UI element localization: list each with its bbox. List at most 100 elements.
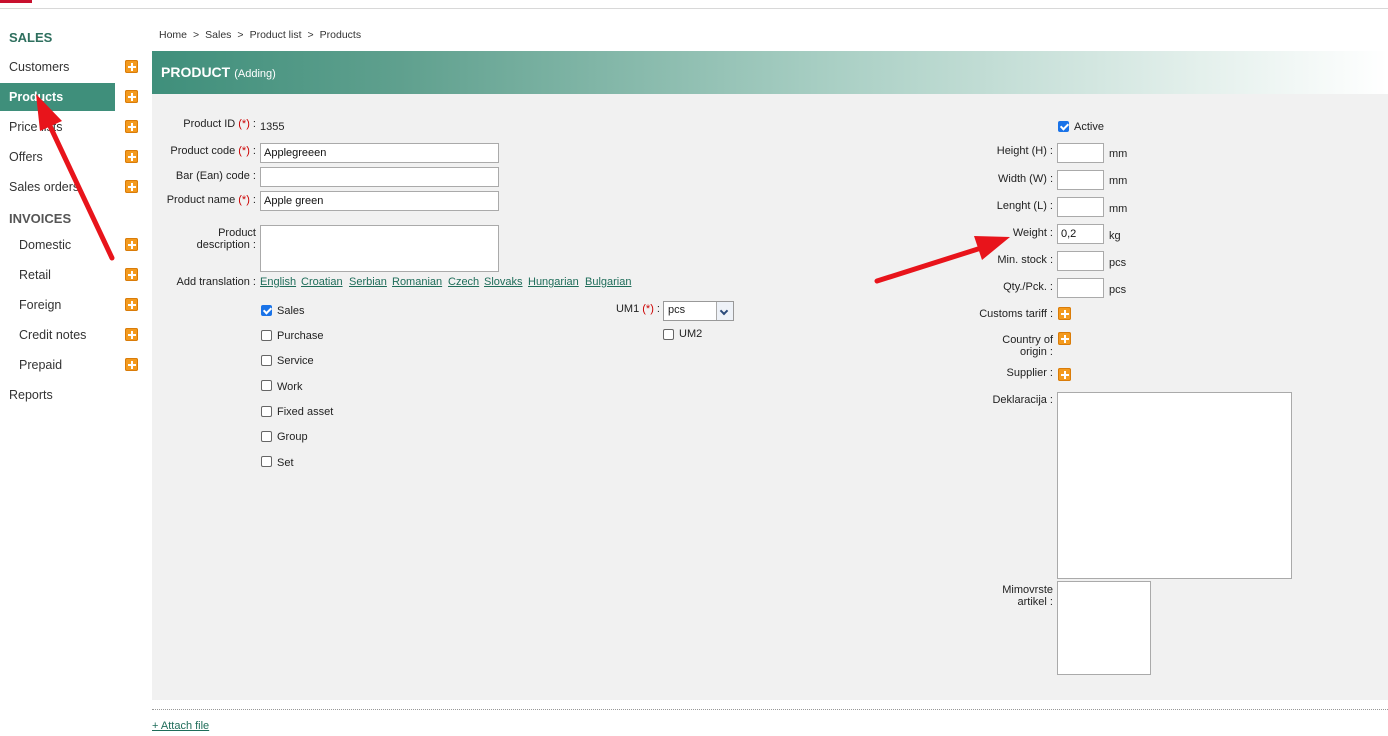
- divider: [152, 709, 1388, 710]
- service-checkbox-label: Service: [277, 355, 314, 367]
- work-checkbox[interactable]: [261, 380, 272, 391]
- add-price-list-icon[interactable]: [125, 120, 138, 133]
- qty-per-pack-label: Qty./Pck. :: [1003, 281, 1053, 293]
- add-sales-order-icon[interactable]: [125, 180, 138, 193]
- weight-input[interactable]: 0,2: [1057, 224, 1104, 244]
- page-header: PRODUCT (Adding): [152, 51, 1388, 94]
- supplier-label: Supplier :: [1006, 367, 1053, 379]
- deklaracija-textarea[interactable]: [1057, 392, 1292, 579]
- product-code-input[interactable]: Applegreeen: [260, 143, 499, 163]
- add-credit-note-icon[interactable]: [125, 328, 138, 341]
- bar-code-input[interactable]: [260, 167, 499, 187]
- sidebar-item-foreign[interactable]: Foreign: [0, 291, 115, 319]
- top-bar: [0, 0, 1388, 9]
- sidebar-item-reports[interactable]: Reports: [0, 381, 115, 409]
- min-stock-input[interactable]: [1057, 251, 1104, 271]
- mimovrste-artikel-label: Mimovrste artikel :: [1002, 584, 1053, 608]
- page-subtitle: (Adding): [234, 68, 276, 80]
- length-input[interactable]: [1057, 197, 1104, 217]
- um1-label: UM1 (*) :: [615, 303, 660, 315]
- breadcrumb-home[interactable]: Home: [159, 29, 187, 41]
- translation-link-english[interactable]: English: [260, 276, 296, 288]
- height-label: Height (H) :: [996, 145, 1053, 157]
- sales-checkbox[interactable]: [261, 305, 272, 316]
- work-checkbox-label: Work: [277, 381, 303, 393]
- active-checkbox[interactable]: [1058, 121, 1069, 132]
- add-customs-tariff-icon[interactable]: [1058, 307, 1071, 320]
- country-of-origin-label: Country of origin :: [1002, 334, 1053, 358]
- qty-per-pack-input[interactable]: [1057, 278, 1104, 298]
- fixed-asset-checkbox-label: Fixed asset: [277, 406, 334, 418]
- group-checkbox-label: Group: [277, 431, 308, 443]
- width-label: Width (W) :: [998, 173, 1053, 185]
- um2-checkbox-label: UM2: [679, 328, 703, 340]
- sidebar-item-credit-notes[interactable]: Credit notes: [0, 321, 115, 349]
- width-input[interactable]: [1057, 170, 1104, 190]
- add-prepaid-icon[interactable]: [125, 358, 138, 371]
- qty-per-pack-unit: pcs: [1109, 284, 1127, 296]
- purchase-checkbox-label: Purchase: [277, 330, 324, 342]
- breadcrumb-product-list[interactable]: Product list: [250, 29, 302, 41]
- product-description-label: Product description :: [196, 227, 256, 251]
- weight-label: Weight :: [1012, 227, 1053, 239]
- translation-link-slovaks[interactable]: Slovaks: [484, 276, 523, 288]
- sidebar-item-sales-orders[interactable]: Sales orders: [0, 173, 115, 201]
- attach-file-link[interactable]: + Attach file: [152, 720, 209, 732]
- width-unit: mm: [1109, 175, 1128, 187]
- product-id-label: Product ID (*) :: [183, 118, 256, 130]
- service-checkbox[interactable]: [261, 355, 272, 366]
- fixed-asset-checkbox[interactable]: [261, 406, 272, 417]
- product-id-value: 1355: [260, 121, 285, 133]
- sidebar-item-customers[interactable]: Customers: [0, 53, 115, 81]
- add-offer-icon[interactable]: [125, 150, 138, 163]
- product-form: Product ID (*) : 1355 Product code (*) :…: [152, 94, 1388, 700]
- sidebar-item-price-lists[interactable]: Price lists: [0, 113, 115, 141]
- sales-checkbox-label: Sales: [277, 305, 305, 317]
- add-product-icon[interactable]: [125, 90, 138, 103]
- add-supplier-icon[interactable]: [1058, 368, 1071, 381]
- sidebar-item-products[interactable]: Products: [0, 83, 115, 111]
- add-domestic-icon[interactable]: [125, 238, 138, 251]
- product-code-label: Product code (*) :: [170, 145, 256, 157]
- translation-link-serbian[interactable]: Serbian: [349, 276, 387, 288]
- um2-checkbox[interactable]: [663, 329, 674, 340]
- translation-link-croatian[interactable]: Croatian: [301, 276, 343, 288]
- sidebar-heading-sales: SALES: [9, 30, 53, 45]
- mimovrste-artikel-textarea[interactable]: [1057, 581, 1151, 675]
- product-name-label: Product name (*) :: [166, 194, 256, 206]
- purchase-checkbox[interactable]: [261, 330, 272, 341]
- product-description-input[interactable]: [260, 225, 499, 272]
- chevron-down-icon: [716, 302, 733, 320]
- sidebar-heading-invoices: INVOICES: [9, 211, 72, 226]
- set-checkbox[interactable]: [261, 456, 272, 467]
- height-input[interactable]: [1057, 143, 1104, 163]
- translation-link-hungarian[interactable]: Hungarian: [528, 276, 579, 288]
- breadcrumb-products: Products: [319, 29, 362, 41]
- sidebar-item-prepaid[interactable]: Prepaid: [0, 351, 115, 379]
- add-customer-icon[interactable]: [125, 60, 138, 73]
- add-foreign-icon[interactable]: [125, 298, 138, 311]
- sidebar-item-domestic[interactable]: Domestic: [0, 231, 115, 259]
- translation-link-romanian[interactable]: Romanian: [392, 276, 442, 288]
- sidebar-item-offers[interactable]: Offers: [0, 143, 115, 171]
- add-country-of-origin-icon[interactable]: [1058, 332, 1071, 345]
- product-name-input[interactable]: Apple green: [260, 191, 499, 211]
- weight-unit: kg: [1109, 230, 1121, 242]
- set-checkbox-label: Set: [277, 457, 294, 469]
- customs-tariff-label: Customs tariff :: [979, 308, 1053, 320]
- deklaracija-label: Deklaracija :: [992, 394, 1053, 406]
- bar-code-label: Bar (Ean) code :: [175, 170, 256, 182]
- length-unit: mm: [1109, 203, 1128, 215]
- page-title: PRODUCT (Adding): [161, 64, 276, 80]
- um1-select[interactable]: pcs: [663, 301, 734, 321]
- add-retail-icon[interactable]: [125, 268, 138, 281]
- height-unit: mm: [1109, 148, 1128, 160]
- translation-link-bulgarian[interactable]: Bulgarian: [585, 276, 631, 288]
- translation-link-czech[interactable]: Czech: [448, 276, 479, 288]
- active-checkbox-label: Active: [1074, 121, 1104, 133]
- breadcrumb: Home > Sales > Product list > Products: [159, 29, 362, 41]
- group-checkbox[interactable]: [261, 431, 272, 442]
- breadcrumb-sales[interactable]: Sales: [205, 29, 231, 41]
- min-stock-label: Min. stock :: [997, 254, 1053, 266]
- sidebar-item-retail[interactable]: Retail: [0, 261, 115, 289]
